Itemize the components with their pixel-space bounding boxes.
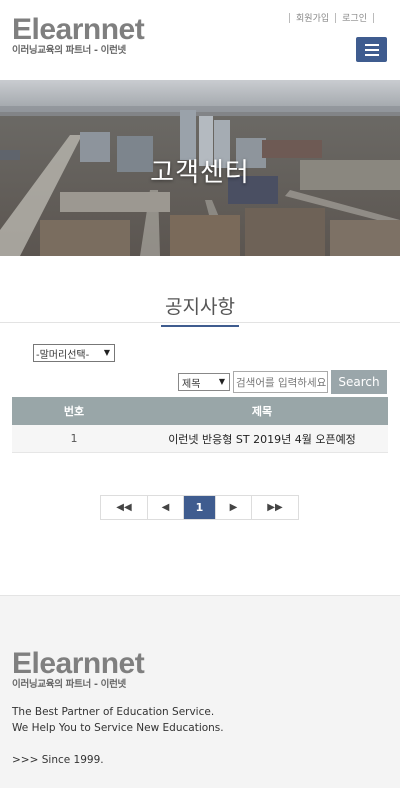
pagination: ◀◀ ◀ 1 ▶ ▶▶ (100, 495, 299, 520)
footer-line-2: We Help You to Service New Educations. (12, 722, 224, 734)
footer-logo-tagline: 이러닝교육의 파트너 - 이런넷 (12, 679, 126, 690)
hamburger-icon (364, 43, 379, 46)
hero-banner: 고객센터 (0, 80, 400, 256)
row-title-link[interactable]: 이런넷 반응형 ST 2019년 4월 오픈예정 (136, 425, 388, 452)
search-field-value: 제목 (182, 378, 201, 390)
prev-page-button[interactable]: ◀ (148, 496, 184, 519)
next-page-button[interactable]: ▶ (216, 496, 252, 519)
hamburger-menu-button[interactable] (356, 37, 387, 62)
hamburger-icon-bar (364, 48, 379, 51)
last-page-button[interactable]: ▶▶ (252, 496, 298, 519)
column-header-number: 번호 (63, 405, 85, 418)
footer-since: >>> Since 1999. (12, 754, 104, 766)
column-header-title: 제목 (251, 405, 273, 418)
chevron-down-icon: ▼ (218, 377, 225, 386)
footer-line-1: The Best Partner of Education Service. (12, 706, 215, 718)
site-logo[interactable]: Elearnnet 이러닝교육의 파트너 - 이런넷 (12, 13, 145, 57)
divider (0, 322, 400, 323)
first-page-button[interactable]: ◀◀ (101, 496, 148, 519)
current-page-button[interactable]: 1 (184, 496, 216, 519)
hamburger-icon-bar (364, 53, 379, 56)
row-number: 1 (70, 432, 78, 445)
logo-wordmark: Elearnnet (12, 13, 145, 46)
signup-link[interactable]: 회원가입 (296, 11, 329, 24)
search-input-placeholder: 검색어를 입력하세요 (236, 376, 327, 389)
footer-logo-wordmark: Elearnnet (12, 647, 145, 680)
utility-nav: 회원가입 로그인 (283, 11, 380, 24)
footer-logo: Elearnnet 이러닝교육의 파트너 - 이런넷 (12, 647, 145, 691)
divider (289, 12, 291, 23)
category-select-value: -말머리선택- (36, 349, 90, 361)
table-header: 번호 제목 (12, 397, 388, 425)
category-select[interactable]: -말머리선택- ▼ (33, 344, 115, 362)
notice-table: 번호 제목 1 이런넷 반응형 ST 2019년 4월 오픈예정 (12, 397, 388, 453)
divider (373, 12, 374, 23)
divider (335, 12, 337, 23)
login-link[interactable]: 로그인 (342, 11, 367, 24)
hero-title: 고객센터 (150, 158, 250, 188)
chevron-down-icon: ▼ (103, 348, 110, 357)
logo-tagline: 이러닝교육의 파트너 - 이런넷 (12, 45, 126, 56)
site-header: Elearnnet 이러닝교육의 파트너 - 이런넷 회원가입 로그인 (0, 0, 400, 80)
search-button[interactable]: Search (331, 370, 387, 394)
site-footer: Elearnnet 이러닝교육의 파트너 - 이런넷 The Best Part… (0, 595, 400, 788)
search-input[interactable]: 검색어를 입력하세요 (233, 371, 328, 393)
footer-description: The Best Partner of Education Service. W… (12, 704, 224, 736)
search-field-select[interactable]: 제목 ▼ (178, 373, 230, 391)
table-row[interactable]: 1 이런넷 반응형 ST 2019년 4월 오픈예정 (12, 425, 388, 453)
